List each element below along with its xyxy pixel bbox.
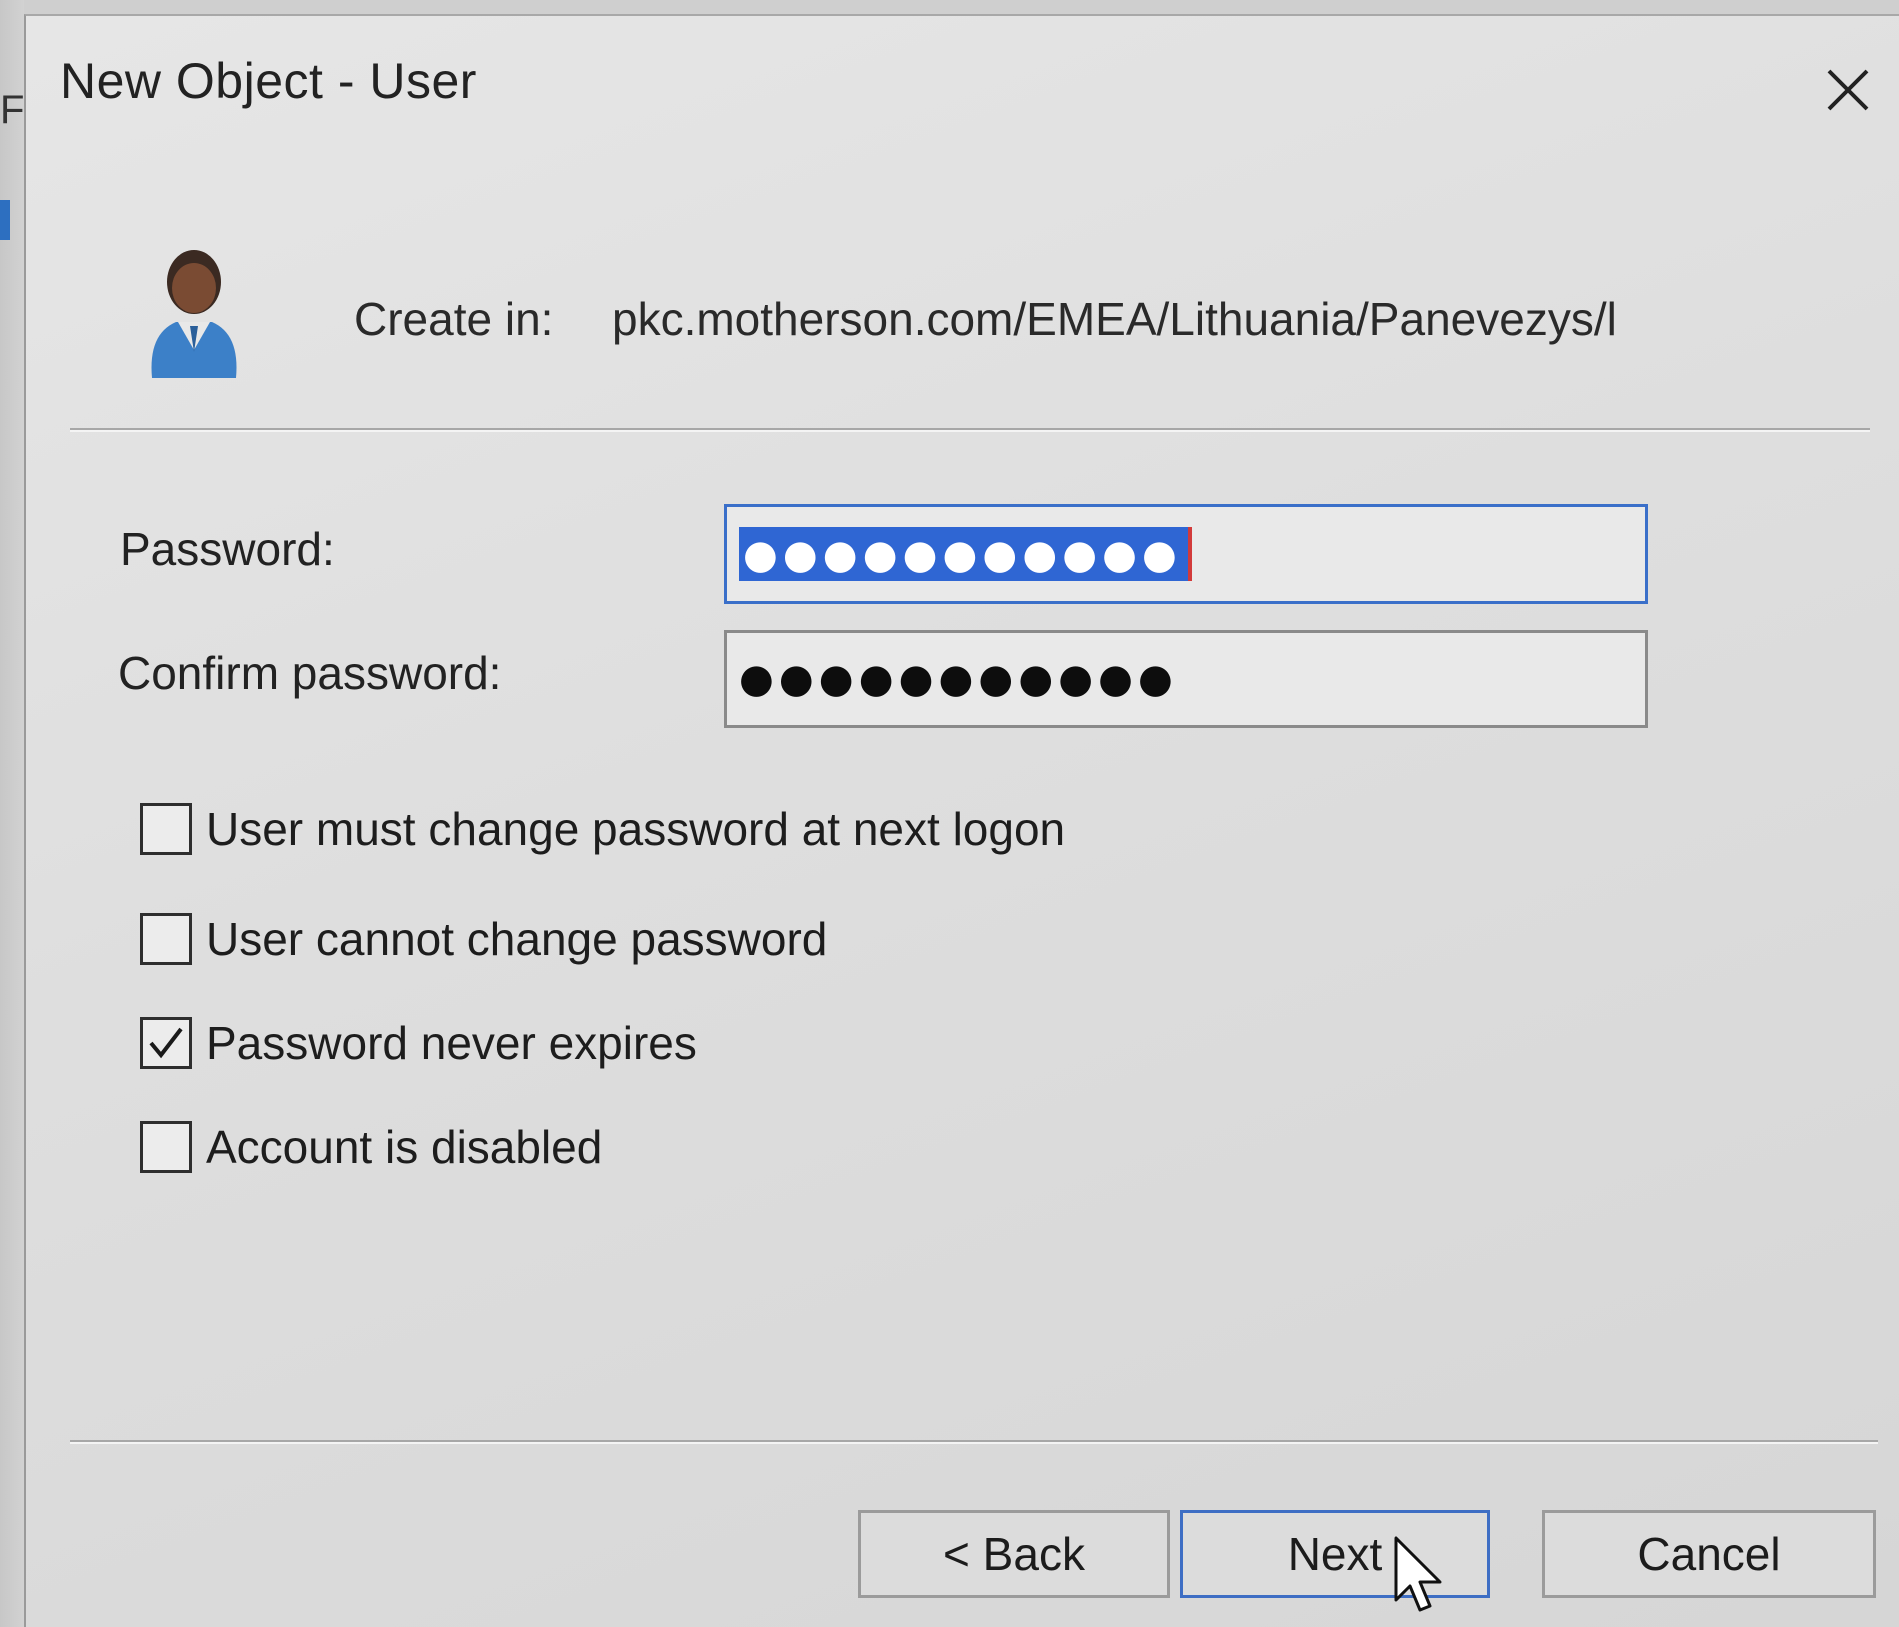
confirm-password-input[interactable]: ●●●●●●●●●●●: [724, 630, 1648, 728]
option-password-never-expires[interactable]: Password never expires: [140, 1016, 697, 1070]
password-input[interactable]: ●●●●●●●●●●●: [724, 504, 1648, 604]
password-label: Password:: [120, 523, 335, 575]
password-never-expires-checkbox[interactable]: [140, 1017, 192, 1069]
create-in-label: Create in:: [354, 293, 554, 345]
account-disabled-checkbox[interactable]: [140, 1121, 192, 1173]
background-glyph: F: [0, 88, 25, 132]
dialog-title: New Object - User: [60, 53, 477, 109]
footer-divider: [70, 1440, 1878, 1444]
new-object-user-dialog: New Object - User Create in: pkc.mothers…: [24, 14, 1899, 1627]
user-icon: [151, 250, 237, 378]
cancel-button[interactable]: Cancel: [1542, 1510, 1876, 1598]
create-in-path: pkc.motherson.com/EMEA/Lithuania/Panevez…: [612, 293, 1617, 345]
option-cannot-change-password[interactable]: User cannot change password: [140, 912, 827, 966]
option-account-disabled[interactable]: Account is disabled: [140, 1120, 602, 1174]
password-value: ●●●●●●●●●●●: [739, 527, 1192, 581]
confirm-password-value: ●●●●●●●●●●●: [739, 656, 1178, 702]
mouse-pointer-icon: [1394, 1536, 1442, 1612]
password-never-expires-label: Password never expires: [206, 1017, 697, 1069]
checkmark-icon: [149, 1027, 183, 1059]
must-change-password-label: User must change password at next logon: [206, 803, 1066, 855]
option-must-change-password[interactable]: User must change password at next logon: [140, 802, 1065, 856]
back-button[interactable]: < Back: [858, 1510, 1170, 1598]
must-change-password-checkbox[interactable]: [140, 803, 192, 855]
confirm-password-label: Confirm password:: [118, 647, 502, 699]
close-icon: [1827, 69, 1869, 111]
background-window-edge: F: [0, 0, 26, 1627]
close-button[interactable]: [1808, 50, 1888, 130]
cannot-change-password-checkbox[interactable]: [140, 913, 192, 965]
header-divider: [70, 428, 1870, 432]
cannot-change-password-label: User cannot change password: [206, 913, 828, 965]
background-arrow-icon: [0, 200, 10, 240]
account-disabled-label: Account is disabled: [206, 1121, 603, 1173]
